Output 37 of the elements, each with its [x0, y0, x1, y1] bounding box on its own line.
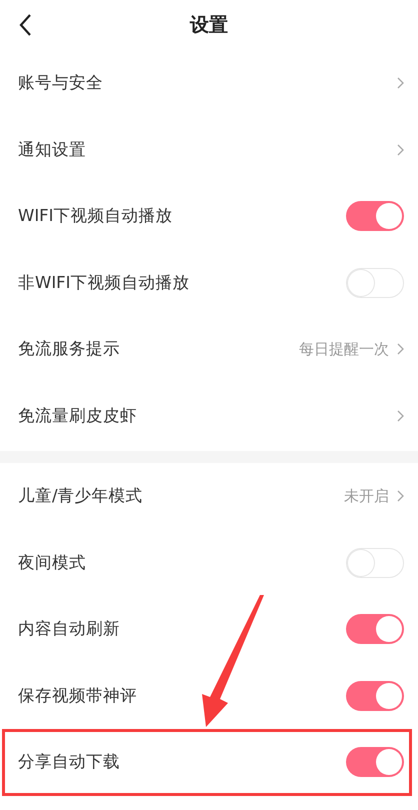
- row-value: 每日提醒一次: [299, 340, 389, 359]
- toggle-switch[interactable]: [346, 680, 404, 711]
- chevron-right-icon: [397, 410, 404, 422]
- row-label: WIFI下视频自动播放: [18, 205, 174, 228]
- toggle-row[interactable]: 非WIFI下视频自动播放: [0, 250, 418, 316]
- toggle-switch[interactable]: [346, 747, 404, 778]
- toggle-switch[interactable]: [346, 614, 404, 644]
- settings-row[interactable]: 免流量刷皮皮虾: [0, 382, 418, 449]
- toggle-row[interactable]: 内容自动刷新: [0, 596, 418, 662]
- settings-row[interactable]: 通知设置: [0, 116, 418, 183]
- chevron-right-icon: [397, 490, 404, 502]
- row-label: 分享自动下载: [18, 751, 121, 774]
- row-label: 保存视频带神评: [18, 684, 138, 707]
- toggle-row[interactable]: 保存视频带神评: [0, 662, 418, 729]
- chevron-right-icon: [397, 77, 404, 90]
- row-label: 账号与安全: [18, 72, 104, 94]
- settings-row[interactable]: 免流服务提示 每日提醒一次: [0, 316, 418, 382]
- toggle-switch[interactable]: [346, 548, 404, 578]
- row-label: 非WIFI下视频自动播放: [18, 272, 191, 294]
- page-title: 设置: [190, 13, 228, 38]
- row-label: 儿童/青少年模式: [18, 485, 144, 508]
- row-label: 夜间模式: [18, 552, 87, 574]
- chevron-right-icon: [397, 343, 404, 356]
- settings-row[interactable]: 账号与安全: [0, 50, 418, 116]
- toggle-row[interactable]: 夜间模式: [0, 530, 418, 596]
- row-label: 通知设置: [18, 138, 87, 161]
- row-label: 免流服务提示: [18, 338, 121, 360]
- chevron-right-icon: [397, 144, 404, 156]
- row-label: 免流量刷皮皮虾: [18, 404, 138, 427]
- settings-row[interactable]: 儿童/青少年模式 未开启: [0, 463, 418, 530]
- toggle-switch[interactable]: [346, 268, 404, 298]
- toggle-row[interactable]: 分享自动下载: [2, 729, 412, 796]
- toggle-row[interactable]: WIFI下视频自动播放: [0, 183, 418, 250]
- back-icon[interactable]: [18, 13, 32, 37]
- row-value: 未开启: [344, 486, 389, 506]
- toggle-switch[interactable]: [346, 201, 404, 232]
- row-label: 内容自动刷新: [18, 618, 121, 640]
